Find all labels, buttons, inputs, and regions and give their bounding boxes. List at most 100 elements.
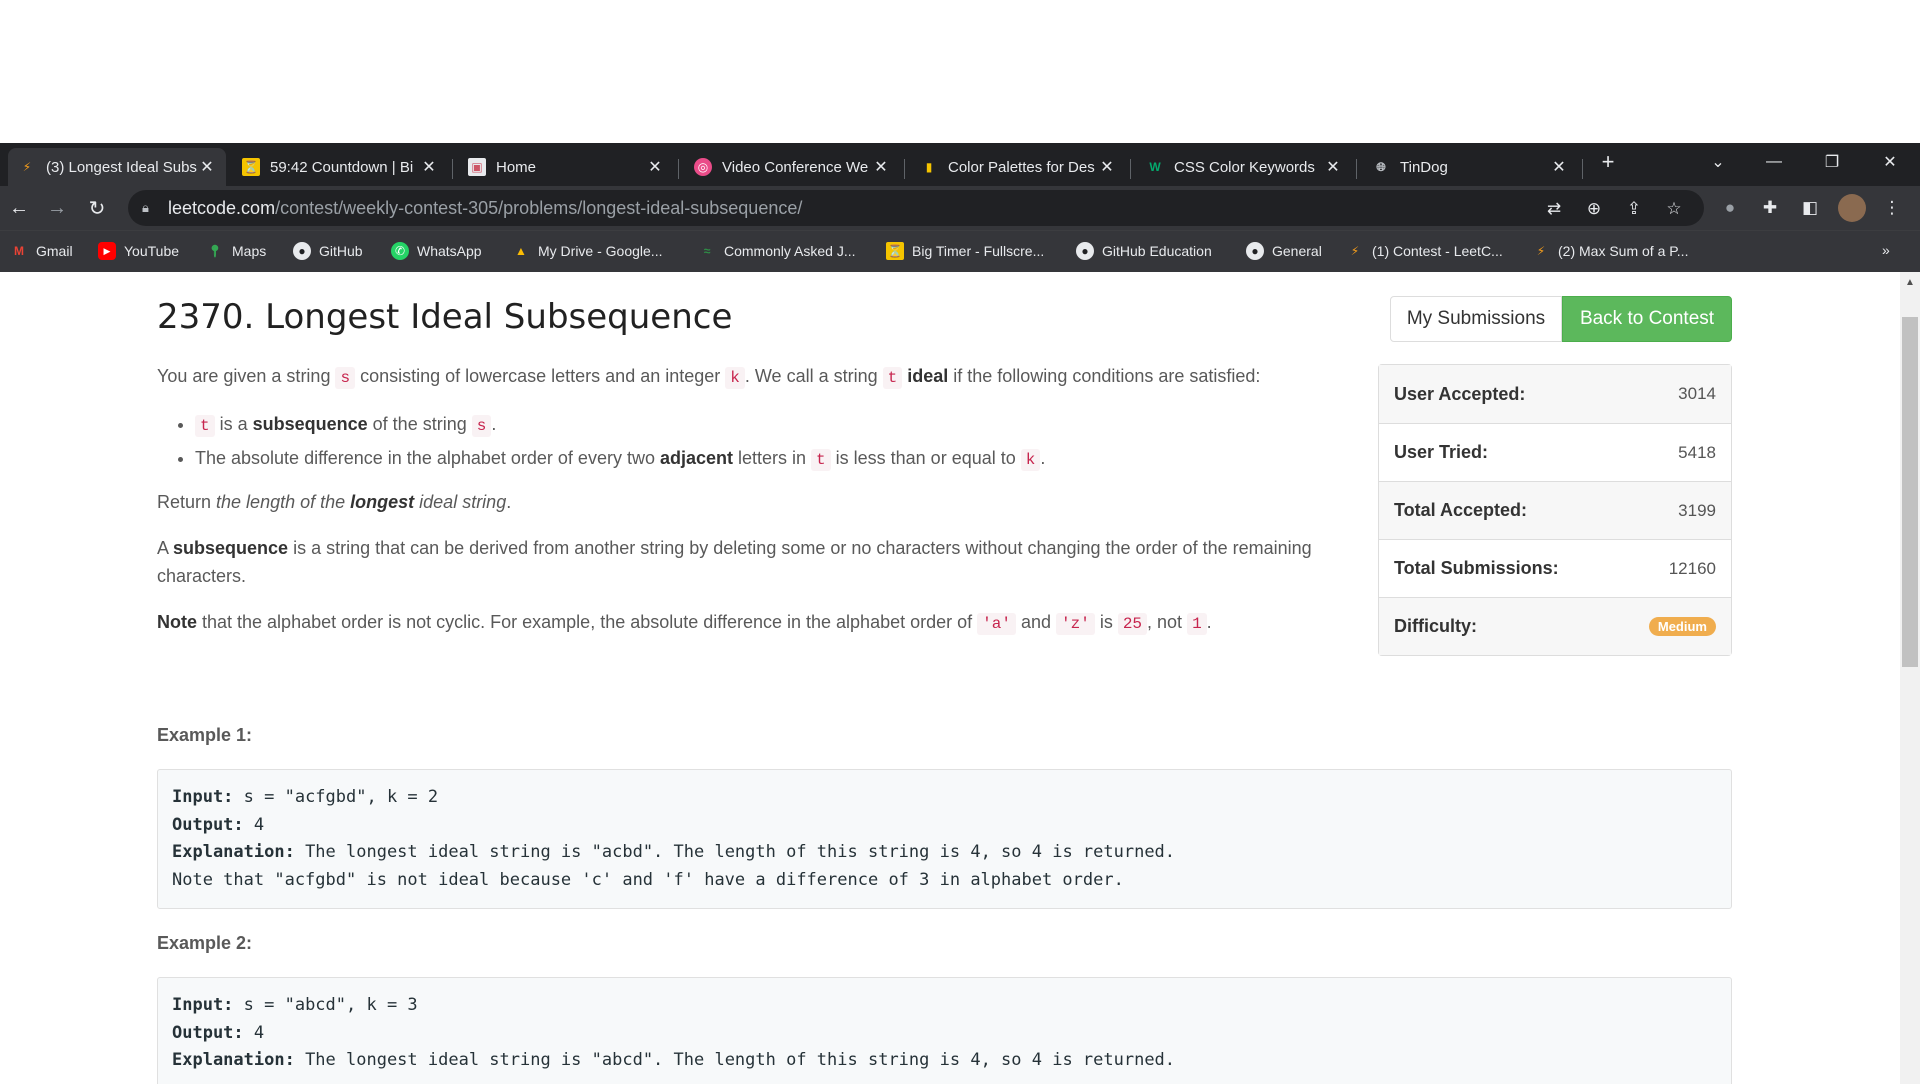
example-1-block: Input: s = "acfgbd", k = 2 Output: 4 Exp… xyxy=(157,769,1732,909)
zoom-icon[interactable]: ⊕ xyxy=(1582,197,1606,221)
stat-label: User Accepted: xyxy=(1394,383,1526,404)
subsequence-paragraph: A subsequence is a string that can be de… xyxy=(157,538,1312,586)
tab-title: 59:42 Countdown | Bi xyxy=(270,158,414,176)
bookmark-contest[interactable]: ⚡ (1) Contest - LeetC... xyxy=(1346,242,1503,260)
tab-separator xyxy=(1130,159,1131,179)
url-text[interactable]: leetcode.com/contest/weekly-contest-305/… xyxy=(168,198,802,219)
bookmark-github-education[interactable]: ● GitHub Education xyxy=(1076,242,1212,260)
bookmark-star-icon[interactable]: ☆ xyxy=(1662,197,1686,221)
tab-title: Home xyxy=(496,158,537,176)
close-icon[interactable]: ✕ xyxy=(420,157,438,177)
bookmark-maps[interactable]: 📍︎ Maps xyxy=(206,242,266,260)
tab-css-color-keywords[interactable]: W CSS Color Keywords ✕ xyxy=(1136,148,1352,186)
stat-label: Difficulty: xyxy=(1394,616,1477,636)
tab-search-icon[interactable]: ⌄ xyxy=(1690,143,1746,181)
tab-color-palettes[interactable]: ▮ Color Palettes for Des ✕ xyxy=(910,148,1126,186)
reload-icon[interactable]: ↻ xyxy=(82,193,112,223)
bookmark-github[interactable]: ● GitHub xyxy=(293,242,363,260)
address-bar[interactable]: 🔒︎ leetcode.com/contest/weekly-contest-3… xyxy=(128,190,1704,226)
close-icon[interactable]: ✕ xyxy=(1550,157,1568,177)
my-submissions-button[interactable]: My Submissions xyxy=(1390,296,1562,342)
whatsapp-icon: ✆ xyxy=(391,242,409,260)
list-item: t is a subsequence of the string s. xyxy=(195,410,1357,440)
dribbble-icon: ◎ xyxy=(694,158,712,176)
gmail-icon: M xyxy=(14,244,24,258)
bookmark-youtube[interactable]: ▶ YouTube xyxy=(98,242,179,260)
difficulty-badge: Medium xyxy=(1648,617,1716,636)
globe-icon: 🌐︎ xyxy=(1376,159,1386,174)
bookmark-commonly-asked[interactable]: ≈ Commonly Asked J... xyxy=(698,242,856,260)
timer-icon: ⏳ xyxy=(886,242,904,260)
restore-icon[interactable]: ❐ xyxy=(1804,143,1860,181)
side-panel-icon[interactable]: ◧ xyxy=(1798,196,1822,220)
puzzle-icon[interactable]: ✚ xyxy=(1758,196,1782,220)
bookmark-gmail[interactable]: M Gmail xyxy=(10,242,73,260)
stat-user-tried: User Tried: 5418 xyxy=(1379,423,1731,481)
back-to-contest-button[interactable]: Back to Contest xyxy=(1562,296,1732,342)
maps-icon: 📍︎ xyxy=(207,244,223,258)
tab-title: TinDog xyxy=(1400,158,1448,176)
bookmark-general[interactable]: ● General xyxy=(1246,242,1322,260)
stat-label: Total Accepted: xyxy=(1394,500,1528,520)
share-icon[interactable]: ⇪ xyxy=(1622,197,1646,221)
tab-title: Video Conference We xyxy=(722,158,869,176)
translate-icon[interactable]: ⇄ xyxy=(1542,197,1566,221)
tab-title: CSS Color Keywords xyxy=(1174,158,1315,176)
bookmark-max-sum[interactable]: ⚡ (2) Max Sum of a P... xyxy=(1532,242,1689,260)
tab-home[interactable]: ▣ Home ✕ xyxy=(458,148,674,186)
scroll-up-icon[interactable]: ▲ xyxy=(1900,272,1920,292)
scrollbar[interactable]: ▲ xyxy=(1900,272,1920,1084)
close-icon[interactable]: ✕ xyxy=(872,157,890,177)
stat-difficulty: Difficulty: Medium xyxy=(1379,597,1731,655)
tab-tindog[interactable]: 🌐︎ TinDog ✕ xyxy=(1362,148,1578,186)
page-title: 2370. Longest Ideal Subsequence xyxy=(157,297,733,337)
leetcode-icon: ⚡ xyxy=(1350,244,1360,258)
close-icon[interactable]: ✕ xyxy=(1324,157,1342,177)
new-tab-icon[interactable]: + xyxy=(1580,143,1636,181)
tab-separator xyxy=(904,159,905,179)
stat-total-submissions: Total Submissions: 12160 xyxy=(1379,539,1731,597)
minimize-icon[interactable]: — xyxy=(1746,143,1802,181)
close-window-icon[interactable]: ✕ xyxy=(1862,143,1918,181)
w3-icon: W xyxy=(1149,160,1161,174)
tab-video-conference[interactable]: ◎ Video Conference We ✕ xyxy=(684,148,900,186)
bookmark-big-timer[interactable]: ⏳ Big Timer - Fullscre... xyxy=(886,242,1044,260)
leetcode-icon: ⚡ xyxy=(1536,244,1546,258)
lock-icon: 🔒︎ xyxy=(142,200,149,215)
example-2-block: Input: s = "abcd", k = 3 Output: 4 Expla… xyxy=(157,977,1732,1084)
tab-longest-ideal[interactable]: ⚡ (3) Longest Ideal Subs ✕ xyxy=(8,148,226,186)
tab-separator xyxy=(452,159,453,179)
bookmark-drive[interactable]: ▲ My Drive - Google... xyxy=(512,242,662,260)
github-icon: ● xyxy=(1246,242,1264,260)
problem-description: You are given a string s consisting of l… xyxy=(157,362,1357,656)
menu-icon[interactable]: ⋮ xyxy=(1880,196,1904,220)
drive-icon: ▲ xyxy=(515,244,527,258)
back-icon[interactable]: ← xyxy=(4,193,34,223)
scrollbar-thumb[interactable] xyxy=(1902,317,1918,667)
browser-chrome: ⚡ (3) Longest Ideal Subs ✕ ⏳ 59:42 Count… xyxy=(0,143,1920,272)
stat-total-accepted: Total Accepted: 3199 xyxy=(1379,481,1731,539)
bookmark-whatsapp[interactable]: ✆ WhatsApp xyxy=(391,242,482,260)
stat-value: 12160 xyxy=(1668,558,1716,578)
github-icon: ● xyxy=(293,242,311,260)
extension-icon[interactable]: ● xyxy=(1718,196,1742,220)
forward-icon[interactable]: → xyxy=(42,193,72,223)
stat-value: 5418 xyxy=(1678,442,1716,462)
close-icon[interactable]: ✕ xyxy=(198,157,216,177)
more-bookmarks-icon[interactable]: » xyxy=(1882,242,1890,258)
page-content: 2370. Longest Ideal Subsequence My Submi… xyxy=(0,272,1920,1084)
avatar[interactable] xyxy=(1838,194,1866,222)
stat-value: 3199 xyxy=(1678,500,1716,520)
tab-countdown[interactable]: ⏳ 59:42 Countdown | Bi ✕ xyxy=(232,148,448,186)
close-icon[interactable]: ✕ xyxy=(646,157,664,177)
tab-separator xyxy=(1356,159,1357,179)
stat-user-accepted: User Accepted: 3014 xyxy=(1379,365,1731,423)
tab-title: (3) Longest Ideal Subs xyxy=(46,158,197,176)
page-icon: ▣ xyxy=(468,158,486,176)
github-icon: ● xyxy=(1076,242,1094,260)
conditions-list: t is a subsequence of the string s. The … xyxy=(157,410,1357,474)
close-icon[interactable]: ✕ xyxy=(1098,157,1116,177)
example-2-heading: Example 2: xyxy=(157,933,253,953)
gfg-icon: ≈ xyxy=(703,244,711,258)
blank-top-area xyxy=(0,0,1920,143)
